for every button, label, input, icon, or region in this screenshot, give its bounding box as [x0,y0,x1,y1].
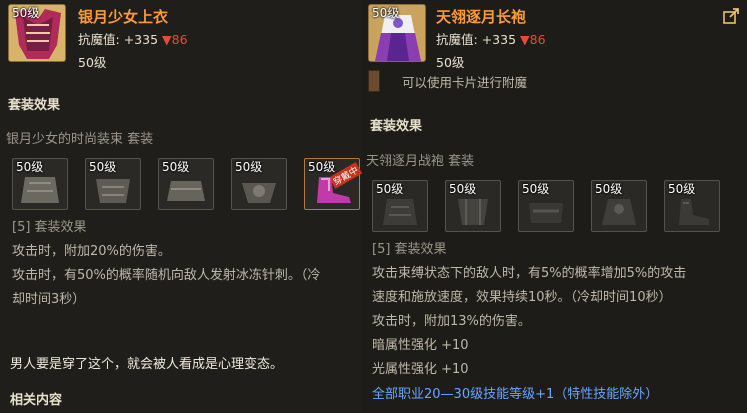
right-item-level-badge: 50级 [372,6,400,20]
right-resist-label: 抗魔值: [436,32,478,47]
left-set-effects-title: 套装效果 [8,98,61,113]
card-slot-icon[interactable] [368,70,380,92]
right-required-level: 50级 [436,55,465,70]
set-piece[interactable]: 50级 [664,180,720,232]
shoe-icon [317,177,351,203]
set-piece-level: 50级 [16,160,44,174]
right-item-header: 50级 天翎逐月长袍 抗魔值: +335 ▼86 50级 [362,0,747,72]
garment-icon [383,199,417,225]
left-set-pieces: 50级 50级 50级 50级 50级 穿戴中 [12,158,364,210]
right-resist-line: 抗魔值: +335 ▼86 [436,29,546,48]
garment-icon [21,177,59,203]
left-resist-line: 抗魔值: +335 ▼86 [78,29,188,48]
left-item-level-badge: 50级 [12,6,40,20]
right-set-pieces: 50级 50级 50级 50级 50级 [372,180,737,232]
left-item-icon[interactable]: 50级 [8,4,66,62]
left-item-header: 50级 银月少女上衣 抗魔值: +335 ▼86 50级 [0,0,364,72]
set-piece-level: 50级 [308,160,336,174]
set-piece[interactable]: 50级 [445,180,501,232]
set-piece-level: 50级 [162,160,190,174]
card-enchant-text: 可以使用卡片进行附魔 [402,75,528,90]
set-piece-level: 50级 [668,182,696,196]
set-piece[interactable]: 50级 [518,180,574,232]
set-piece[interactable]: 50级 [12,158,68,210]
left-related-content[interactable]: 相关内容 [10,389,62,408]
set-piece[interactable]: 50级 [591,180,647,232]
set-piece[interactable]: 50级 [158,158,214,210]
right-skill-bonus: 全部职业20—30级技能等级+1（特性技能除外） [372,387,659,402]
set-piece[interactable]: 50级 [372,180,428,232]
left-resist-label: 抗魔值: [78,32,120,47]
left-flavor-text: 男人要是穿了这个，就会被人看成是心理变态。 [10,357,284,372]
garment-icon [242,183,276,203]
right-item-icon[interactable]: 50级 [368,4,426,62]
left-resist-plus: +335 [123,32,159,47]
set-piece-equipped[interactable]: 50级 穿戴中 [304,158,363,210]
left-effect-line: 攻击时，附加20%的伤害。 [12,244,171,259]
set-piece-level: 50级 [376,182,404,196]
shoe-icon [679,199,709,225]
left-tooltip: 50级 银月少女上衣 抗魔值: +335 ▼86 50级 套装效果 银月少女的时… [0,0,365,413]
left-effect-line: 攻击时，有50%的概率随机向敌人发射冰冻针刺。（冷 [12,268,321,283]
right-effect-line: 攻击时，附加13%的伤害。 [372,314,531,329]
set-piece-level: 50级 [522,182,550,196]
garment-icon [167,181,205,201]
right-effect-line: 暗属性强化 +10 [372,338,469,353]
left-resist-minus: ▼86 [162,32,188,47]
share-icon[interactable] [723,8,739,24]
right-tooltip: 50级 天翎逐月长袍 抗魔值: +335 ▼86 50级 可以使用卡片进行附魔 … [362,0,747,413]
right-resist-plus: +335 [481,32,517,47]
right-set-name: 天翎逐月战袍 套装 [366,154,475,169]
left-effect-line: 却时间3秒） [12,292,86,307]
right-effect-line: 攻击束缚状态下的敌人时，有5%的概率增加5%的攻击 [372,266,687,281]
set-piece-level: 50级 [235,160,263,174]
garment-icon [96,179,130,203]
set-piece-level: 50级 [89,160,117,174]
set-piece-level: 50级 [449,182,477,196]
right-effect-head: [5] 套装效果 [372,242,447,257]
right-effect-line: 速度和施放速度，效果持续10秒。（冷却时间10秒） [372,290,672,305]
garment-icon [529,203,563,223]
set-piece[interactable]: 50级 [85,158,141,210]
left-set-name: 银月少女的时尚装束 套装 [6,132,154,147]
right-resist-minus: ▼86 [520,32,546,47]
garment-icon [602,199,636,225]
garment-icon [458,199,488,225]
right-item-name: 天翎逐月长袍 [436,8,527,26]
set-piece-level: 50级 [595,182,623,196]
left-item-name: 银月少女上衣 [78,8,169,26]
left-required-level: 50级 [78,55,107,70]
right-set-effects-title: 套装效果 [370,119,423,134]
left-effect-head: [5] 套装效果 [12,220,87,235]
right-effect-line: 光属性强化 +10 [372,362,469,377]
set-piece[interactable]: 50级 [231,158,287,210]
